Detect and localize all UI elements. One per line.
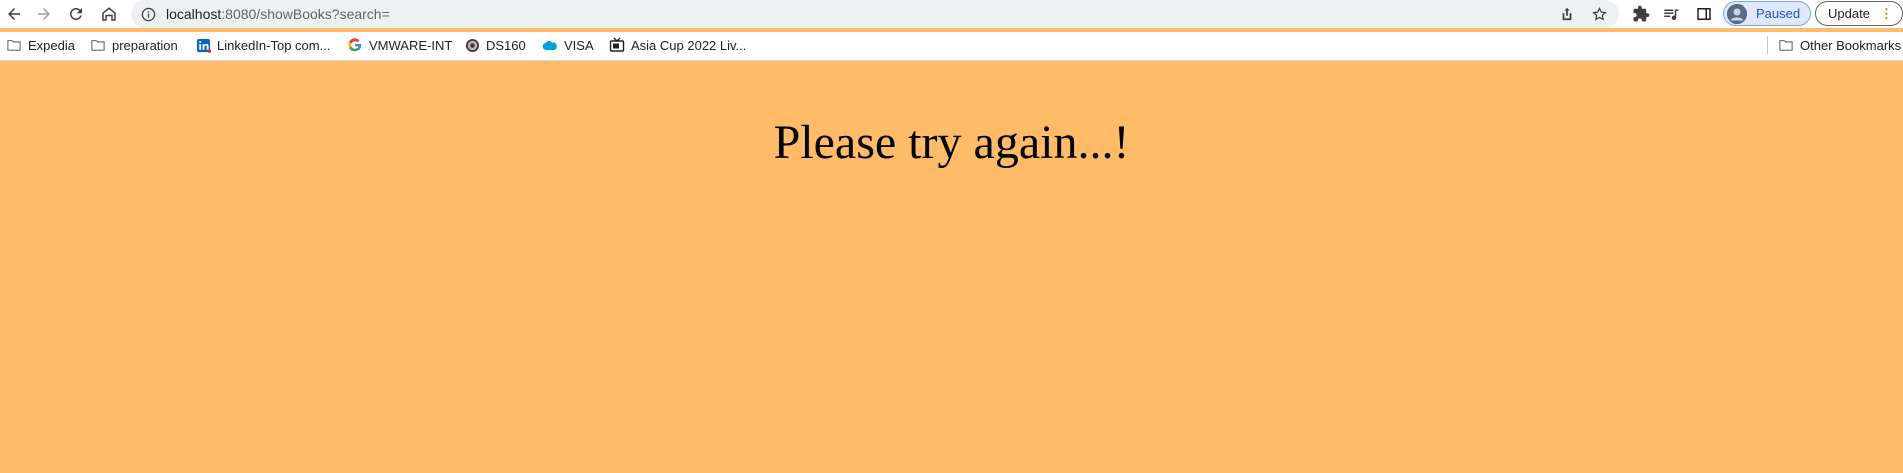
reload-icon (69, 7, 82, 20)
url-host: localhost (166, 6, 222, 22)
bookmark-label: LinkedIn-Top com... (217, 37, 331, 53)
bookmark-label: DS160 (486, 37, 526, 53)
seal-icon (464, 37, 480, 53)
bookmark-item[interactable]: LinkedIn-Top com... (195, 37, 330, 53)
home-button[interactable] (97, 2, 121, 26)
bookmark-item[interactable]: DS160 (464, 37, 526, 53)
bookmark-label: VISA (564, 37, 594, 53)
forward-button[interactable] (32, 2, 56, 26)
forward-arrow-icon (38, 8, 50, 20)
linkedin-icon (195, 37, 211, 53)
avatar (1727, 3, 1747, 24)
bookmark-label: Asia Cup 2022 Liv... (631, 37, 747, 53)
media-control-icon[interactable] (1661, 4, 1681, 24)
address-bar[interactable]: localhost:8080/showBooks?search= (131, 0, 1619, 28)
info-icon[interactable] (140, 6, 156, 22)
reload-button[interactable] (64, 2, 88, 26)
profile-status-label: Paused (1756, 6, 1801, 21)
url-path: :8080/showBooks?search= (221, 6, 390, 22)
bookmark-item[interactable]: Expedia (6, 37, 75, 53)
home-icon (102, 7, 116, 21)
page-content: Please try again...! (0, 61, 1903, 473)
bookmark-item[interactable]: VISA (542, 37, 594, 53)
bookmark-label: VMWARE-INT (369, 37, 453, 53)
back-arrow-icon (8, 8, 20, 20)
folder-icon (6, 37, 22, 53)
back-button[interactable] (2, 2, 26, 26)
more-menu-icon[interactable]: ⋮ (1880, 7, 1893, 20)
tv-icon (609, 37, 625, 53)
google-icon (347, 37, 363, 53)
bookmark-label: preparation (112, 37, 178, 53)
other-bookmarks[interactable]: Other Bookmarks (1778, 37, 1901, 53)
page-message: Please try again...! (773, 116, 1130, 169)
folder-icon (90, 37, 106, 53)
bookmarks-bar: Expedia preparation LinkedIn-Top com... … (0, 32, 1903, 61)
bookmark-star-icon[interactable] (1589, 4, 1609, 24)
side-panel-icon[interactable] (1694, 4, 1714, 24)
bookmark-label: Expedia (28, 37, 75, 53)
bookmarks-divider (1767, 36, 1768, 54)
bookmark-item[interactable]: VMWARE-INT (347, 37, 452, 53)
update-label: Update (1828, 6, 1870, 21)
profile-button[interactable]: Paused (1723, 1, 1811, 26)
update-button[interactable]: Update ⋮ (1815, 1, 1903, 26)
browser-toolbar: localhost:8080/showBooks?search= Paused … (0, 0, 1903, 28)
other-bookmarks-label: Other Bookmarks (1800, 37, 1902, 53)
extensions-icon[interactable] (1631, 4, 1651, 24)
bookmark-item[interactable]: Asia Cup 2022 Liv... (609, 37, 746, 53)
share-icon[interactable] (1557, 4, 1577, 24)
folder-icon (1778, 37, 1794, 53)
salesforce-cloud-icon (542, 37, 558, 53)
url-text[interactable]: localhost:8080/showBooks?search= (166, 6, 390, 22)
bookmark-item[interactable]: preparation (90, 37, 178, 53)
